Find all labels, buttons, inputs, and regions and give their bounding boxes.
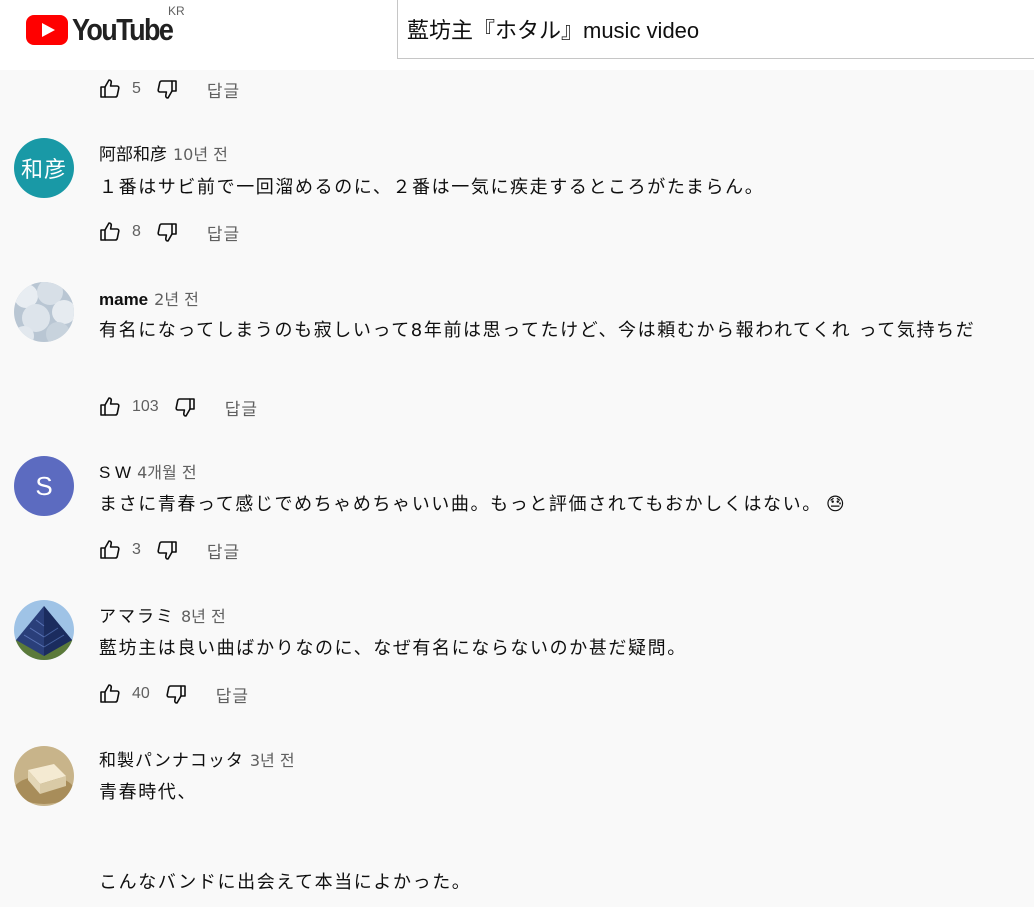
search-query-text: 藍坊主『ホタル』music video	[407, 18, 700, 43]
avatar[interactable]	[14, 746, 74, 806]
comment-time[interactable]: 2년 전	[154, 286, 199, 310]
like-count: 40	[132, 685, 150, 702]
thumbs-up-icon[interactable]	[98, 220, 122, 244]
comment-time[interactable]: 4개월 전	[137, 459, 196, 483]
author-line: アマラミ 8년 전	[99, 602, 226, 627]
youtube-logo[interactable]: YouTube	[26, 10, 174, 50]
pannacotta-avatar-image	[14, 746, 74, 806]
author-name[interactable]: 和製パンナコッタ	[99, 746, 244, 771]
reply-button[interactable]: 답글	[207, 220, 240, 245]
comment-time[interactable]: 8년 전	[181, 603, 226, 627]
comment-actions: 3 답글	[98, 538, 240, 563]
thumbs-up-icon[interactable]	[98, 77, 122, 101]
comment-text-line: こんなバンドに出会えて本当によかった。	[99, 872, 472, 893]
author-name[interactable]: 阿部和彦	[99, 140, 167, 165]
thumbs-up-icon[interactable]	[98, 682, 122, 706]
author-name[interactable]: S W	[99, 463, 131, 483]
reply-button[interactable]: 답글	[207, 77, 240, 102]
author-line: 和製パンナコッタ 3년 전	[99, 746, 295, 771]
logo-wordmark: YouTube	[72, 12, 174, 47]
youtube-play-icon	[26, 15, 68, 45]
search-input[interactable]: 藍坊主『ホタル』music video	[397, 0, 1034, 59]
reply-button[interactable]: 답글	[216, 682, 249, 707]
top-bar: YouTube KR 藍坊主『ホタル』music video	[0, 0, 1034, 70]
pyramid-avatar-image	[14, 600, 74, 660]
thumbs-down-icon[interactable]	[164, 682, 188, 706]
comment-actions: 40 답글	[98, 682, 249, 707]
author-line: mame 2년 전	[99, 286, 199, 310]
comment-text: 有名になってしまうのも寂しいって8年前は思ってたけど、今は頼むから報われてくれ …	[99, 320, 976, 341]
avatar-initials: 和彦	[20, 158, 67, 183]
comment-body: まさに青春って感じでめちゃめちゃいい曲。もっと評価されてもおかしくはない。	[99, 494, 822, 515]
sweat-emoji: 😓	[825, 494, 845, 515]
author-name[interactable]: アマラミ	[99, 602, 175, 627]
comment-actions: 8 답글	[98, 220, 240, 245]
reply-button[interactable]: 답글	[225, 395, 258, 420]
cloud-avatar-image	[14, 282, 74, 342]
author-name[interactable]: mame	[99, 290, 148, 310]
thumbs-up-icon[interactable]	[98, 538, 122, 562]
thumbs-up-icon[interactable]	[98, 395, 122, 419]
comment-text: 藍坊主は良い曲ばかりなのに、なぜ有名にならないのか甚だ疑問。	[99, 638, 687, 659]
avatar[interactable]	[14, 282, 74, 342]
comment-actions: 103 답글	[98, 395, 258, 420]
avatar[interactable]: S	[14, 456, 74, 516]
like-count: 8	[132, 223, 141, 240]
thumbs-down-icon[interactable]	[155, 220, 179, 244]
comment-time[interactable]: 10년 전	[173, 141, 228, 165]
like-count: 103	[132, 398, 159, 415]
author-line: 阿部和彦 10년 전	[99, 140, 228, 165]
comment-time[interactable]: 3년 전	[250, 747, 295, 771]
avatar-initials: S	[35, 470, 53, 501]
comment-text-line: 青春時代、	[99, 782, 197, 803]
thumbs-down-icon[interactable]	[155, 538, 179, 562]
reply-button[interactable]: 답글	[207, 538, 240, 563]
country-code: KR	[168, 4, 185, 18]
like-count: 5	[132, 80, 141, 97]
comment-text: まさに青春って感じでめちゃめちゃいい曲。もっと評価されてもおかしくはない。 😓	[99, 490, 1024, 519]
comment-actions: 5 답글	[98, 77, 240, 102]
like-count: 3	[132, 541, 141, 558]
comment-text: １番はサビ前で一回溜めるのに、２番は一気に疾走するところがたまらん。	[99, 177, 765, 198]
avatar[interactable]: 和彦	[14, 138, 74, 198]
author-line: S W 4개월 전	[99, 459, 197, 483]
avatar[interactable]	[14, 600, 74, 660]
thumbs-down-icon[interactable]	[155, 77, 179, 101]
thumbs-down-icon[interactable]	[173, 395, 197, 419]
